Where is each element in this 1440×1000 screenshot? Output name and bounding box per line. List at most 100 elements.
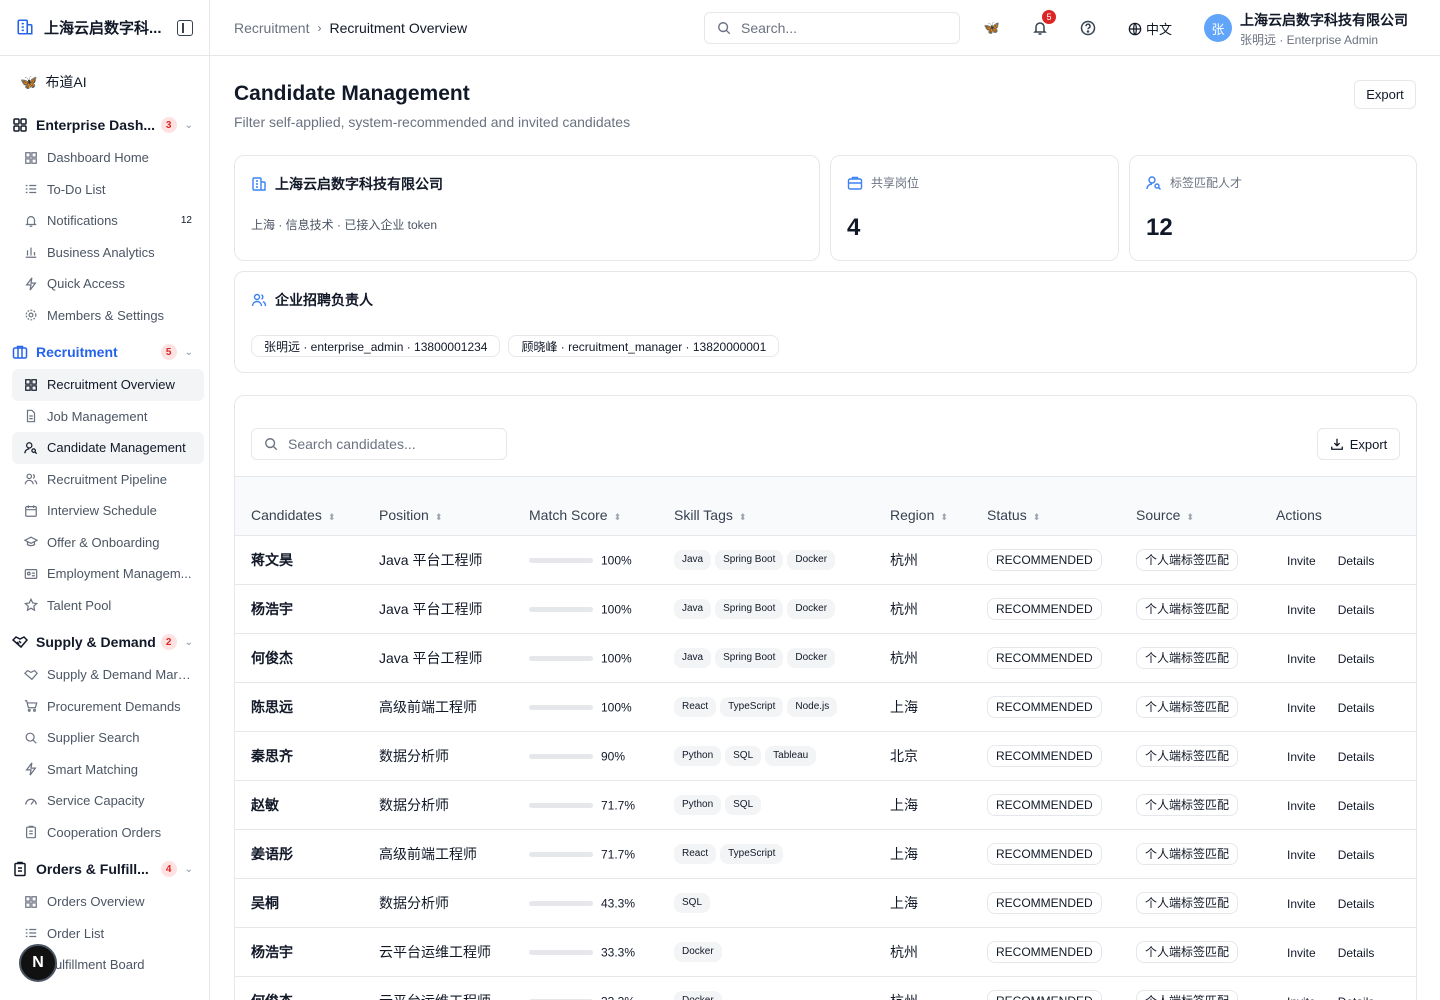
table-row[interactable]: 赵敏 数据分析师 71.7% Python SQL 上海 RECOMMENDED 个人端标签匹… xyxy=(235,780,1416,830)
bell-icon[interactable]: 5 xyxy=(1030,10,1056,38)
candidate-search-input[interactable]: Search candidates... xyxy=(251,428,507,460)
invite-button[interactable]: Invite xyxy=(1276,750,1327,764)
breadcrumb-item[interactable]: Recruitment xyxy=(234,20,309,36)
sidebar-item-smart-matching[interactable]: Smart Matching xyxy=(12,754,204,786)
sidebar-item-notifications[interactable]: Notifications 12 xyxy=(12,205,204,237)
chevron-down-icon: ⌄ xyxy=(184,119,193,131)
sidebar-item-employment-management[interactable]: Employment Managem... xyxy=(12,558,204,590)
nav-group-recruitment[interactable]: Recruitment 5 ⌄ xyxy=(0,335,209,369)
help-icon[interactable] xyxy=(1078,18,1098,38)
sidebar-item-recruitment-overview[interactable]: Recruitment Overview xyxy=(12,369,204,401)
users-icon xyxy=(251,292,267,308)
download-icon xyxy=(1330,437,1344,451)
invite-button[interactable]: Invite xyxy=(1276,652,1327,666)
column-header-status[interactable]: Status ⬍ xyxy=(971,495,1120,536)
status-badge: RECOMMENDED xyxy=(987,597,1102,620)
sidebar-item-members-settings[interactable]: Members & Settings xyxy=(12,300,204,332)
details-button[interactable]: Details xyxy=(1327,554,1386,568)
status-cell: RECOMMENDED xyxy=(971,633,1120,683)
table-row[interactable]: 秦思齐 数据分析师 90% Python SQL Tableau 北京 RECOMMENDED… xyxy=(235,731,1416,781)
bell-icon xyxy=(24,214,38,228)
table-row[interactable]: 吴桐 数据分析师 43.3% SQL 上海 RECOMMENDED 个人端标签匹配 Invit… xyxy=(235,878,1416,928)
table-row[interactable]: 杨浩宇 云平台运维工程师 33.3% Docker 杭州 RECOMMENDED 个人端标签… xyxy=(235,927,1416,977)
column-header-region[interactable]: Region ⬍ xyxy=(874,495,971,536)
sidebar-item-interview-schedule[interactable]: Interview Schedule xyxy=(12,495,204,527)
skill-tag: Java xyxy=(674,648,712,668)
invite-button[interactable]: Invite xyxy=(1276,799,1327,813)
status-cell: RECOMMENDED xyxy=(971,780,1120,830)
sidebar-item-orders-overview[interactable]: Orders Overview xyxy=(12,886,204,918)
user-role: 张明远 · Enterprise Admin xyxy=(1240,33,1379,47)
sidebar-item-job-management[interactable]: Job Management xyxy=(12,401,204,433)
column-header-skill-tags[interactable]: Skill Tags ⬍ xyxy=(658,495,874,536)
sidebar-item-procurement-demands[interactable]: Procurement Demands xyxy=(12,691,204,723)
match-score-cell: 71.7% xyxy=(513,829,658,879)
column-header-match-score[interactable]: Match Score ⬍ xyxy=(513,495,658,536)
table-row[interactable]: 何俊杰云平台运维工程师 33.3% Docker 杭州 RECOMMENDED 个人端标签… xyxy=(235,976,1416,1000)
sidebar-item-dashboard-home[interactable]: Dashboard Home xyxy=(12,142,204,174)
floating-assistant-button[interactable]: N xyxy=(19,944,57,982)
column-header-candidates[interactable]: Candidates ⬍ xyxy=(235,495,363,536)
column-header-source[interactable]: Source ⬍ xyxy=(1120,495,1260,536)
details-button[interactable]: Details xyxy=(1327,701,1386,715)
details-button[interactable]: Details xyxy=(1327,799,1386,813)
details-button[interactable]: Details xyxy=(1327,603,1386,617)
details-button[interactable]: Details xyxy=(1327,652,1386,666)
sidebar-item-service-capacity[interactable]: Service Capacity xyxy=(12,785,204,817)
language-switcher[interactable]: 中文 xyxy=(1128,19,1172,38)
nav-group-enterprise-dashboard[interactable]: Enterprise Dash... 3 ⌄ xyxy=(0,108,209,142)
match-score-bar xyxy=(529,901,593,907)
global-search-input[interactable]: Search... xyxy=(704,12,960,44)
invite-button[interactable]: Invite xyxy=(1276,848,1327,862)
sidebar-item-todo[interactable]: To-Do List xyxy=(12,174,204,206)
sort-icon: ⬍ xyxy=(613,511,622,522)
sidebar-item-label: Candidate Management xyxy=(47,440,186,456)
table-row[interactable]: 姜语彤 高级前端工程师 71.7% React TypeScript 上海 RECOMMEN… xyxy=(235,829,1416,879)
brand-link[interactable]: 🦋 布道AI xyxy=(0,56,209,108)
details-button[interactable]: Details xyxy=(1327,995,1386,1000)
sidebar-item-recruitment-pipeline[interactable]: Recruitment Pipeline xyxy=(12,464,204,496)
butterfly-icon[interactable]: 🦋 xyxy=(982,18,1002,38)
skill-tags-cell: Python SQL Tableau xyxy=(658,731,874,781)
export-button[interactable]: Export xyxy=(1354,80,1416,109)
sidebar-item-candidate-management[interactable]: Candidate Management xyxy=(12,432,204,464)
table-row[interactable]: 何俊杰 Java 平台工程师 100% Java Spring Boot Docker 杭州… xyxy=(235,633,1416,683)
star-icon xyxy=(24,598,38,612)
user-info[interactable]: 上海云启数字科技有限公司 张明远 · Enterprise Admin xyxy=(1240,10,1408,48)
sidebar-item-quick-access[interactable]: Quick Access xyxy=(12,268,204,300)
actions-cell: InviteDetails xyxy=(1260,878,1416,928)
sidebar-item-business-analytics[interactable]: Business Analytics xyxy=(12,237,204,269)
status-badge: RECOMMENDED xyxy=(987,695,1102,718)
candidate-region: 上海 xyxy=(874,829,971,879)
sidebar-toggle-icon[interactable] xyxy=(177,19,193,36)
invite-button[interactable]: Invite xyxy=(1276,995,1327,1000)
invite-button[interactable]: Invite xyxy=(1276,701,1327,715)
sidebar-item-cooperation-orders[interactable]: Cooperation Orders xyxy=(12,817,204,849)
details-button[interactable]: Details xyxy=(1327,946,1386,960)
invite-button[interactable]: Invite xyxy=(1276,946,1327,960)
details-button[interactable]: Details xyxy=(1327,848,1386,862)
column-header-position[interactable]: Position ⬍ xyxy=(363,495,513,536)
invite-button[interactable]: Invite xyxy=(1276,603,1327,617)
nav-group-orders-fulfillment[interactable]: Orders & Fulfill... 4 ⌄ xyxy=(0,852,209,886)
invite-button[interactable]: Invite xyxy=(1276,897,1327,911)
sidebar-item-talent-pool[interactable]: Talent Pool xyxy=(12,590,204,622)
source-badge: 个人端标签匹配 xyxy=(1136,744,1239,767)
sidebar-item-label: Quick Access xyxy=(47,276,126,292)
invite-button[interactable]: Invite xyxy=(1276,554,1327,568)
match-score-cell: 100% xyxy=(513,682,658,732)
export-table-button[interactable]: Export xyxy=(1317,428,1400,460)
table-row[interactable]: 杨浩宇 Java 平台工程师 100% Java Spring Boot Docker 杭州… xyxy=(235,584,1416,634)
avatar[interactable]: 张 xyxy=(1204,14,1232,42)
source-cell: 个人端标签匹配 xyxy=(1120,829,1260,879)
sidebar-item-supplier-search[interactable]: Supplier Search xyxy=(12,722,204,754)
sidebar-item-label: Employment Managem... xyxy=(47,566,192,582)
nav-group-supply-demand[interactable]: Supply & Demand 2 ⌄ xyxy=(0,625,209,659)
source-cell: 个人端标签匹配 xyxy=(1120,535,1260,585)
details-button[interactable]: Details xyxy=(1327,750,1386,764)
sidebar-item-supply-demand-market[interactable]: Supply & Demand Mark... xyxy=(12,659,204,691)
details-button[interactable]: Details xyxy=(1327,897,1386,911)
table-row[interactable]: 蒋文昊 Java 平台工程师 100% Java Spring Boot Docker 杭州… xyxy=(235,535,1416,585)
table-row[interactable]: 陈思远 高级前端工程师 100% React TypeScript Node.js 上海 RE… xyxy=(235,682,1416,732)
sidebar-item-offer-onboarding[interactable]: Offer & Onboarding xyxy=(12,527,204,559)
